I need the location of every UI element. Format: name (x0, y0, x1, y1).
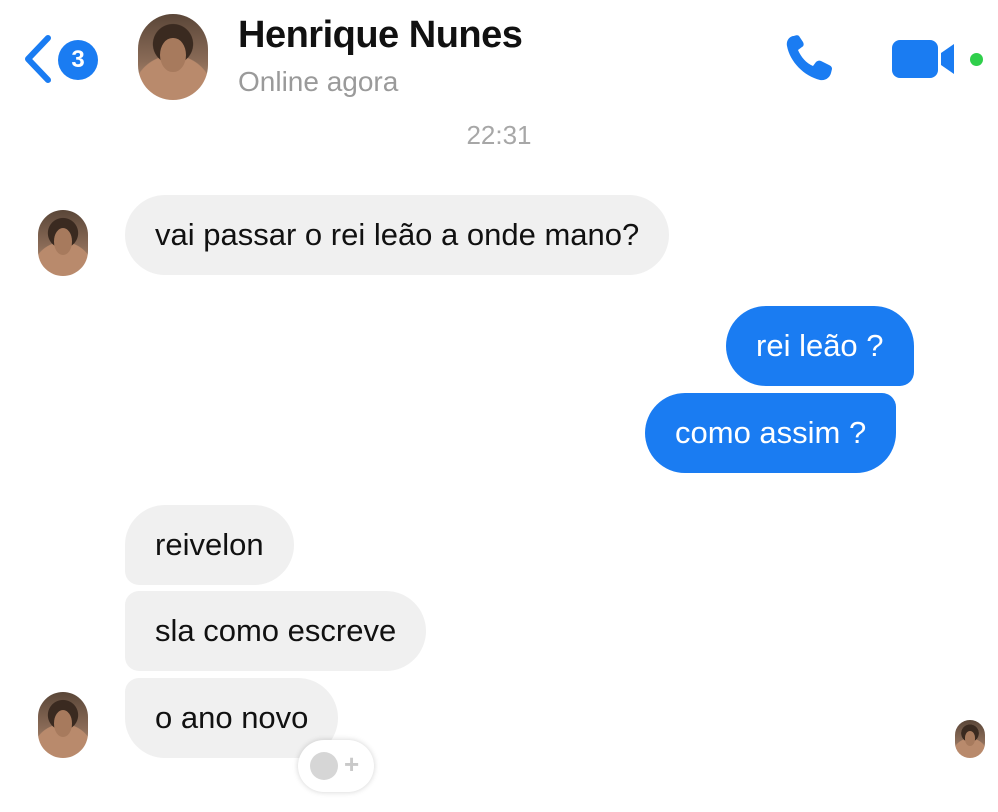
contact-status: Online agora (238, 66, 399, 97)
chevron-left-icon (25, 35, 51, 83)
video-camera-icon (892, 40, 954, 78)
online-dot (970, 53, 983, 66)
message-bubble-outgoing[interactable]: rei leão ? (726, 306, 914, 386)
message-bubble-incoming[interactable]: sla como escreve (125, 591, 427, 671)
contact-avatar[interactable] (138, 14, 208, 100)
sender-avatar[interactable] (38, 210, 88, 276)
unread-badge: 3 (58, 40, 98, 80)
back-button[interactable]: 3 (20, 28, 100, 88)
message-timestamp: 22:31 (466, 120, 532, 150)
message-bubble-outgoing[interactable]: como assim ? (645, 393, 897, 473)
chat-header: 3 Henrique Nunes Online agora (0, 0, 998, 118)
call-button[interactable] (780, 30, 840, 86)
message-bubble-incoming[interactable]: reivelon (125, 505, 294, 585)
smile-add-icon (310, 752, 338, 780)
sender-avatar[interactable] (38, 692, 88, 758)
phone-icon (786, 35, 832, 81)
add-reaction-button[interactable]: + (298, 740, 374, 792)
read-receipt-avatar (955, 720, 985, 758)
contact-name[interactable]: Henrique Nunes (238, 14, 523, 57)
video-call-button[interactable] (892, 38, 964, 80)
message-bubble-incoming[interactable]: vai passar o rei leão a onde mano? (125, 195, 670, 275)
